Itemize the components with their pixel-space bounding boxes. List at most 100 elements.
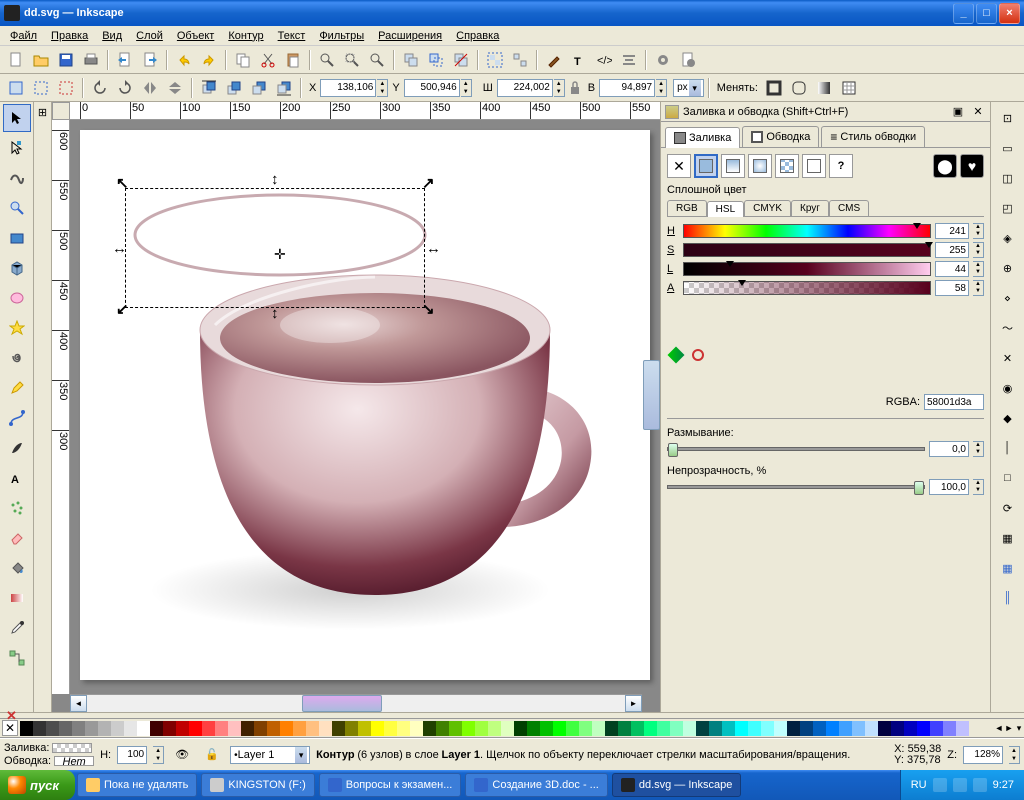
- palette-swatch[interactable]: [137, 721, 150, 736]
- fill-evenodd-button[interactable]: ⬤: [933, 154, 957, 178]
- rgba-input[interactable]: [924, 394, 984, 410]
- open-file-button[interactable]: [29, 48, 53, 72]
- select-all-layers-button[interactable]: [4, 76, 28, 100]
- palette-swatch[interactable]: [826, 721, 839, 736]
- palette-swatch[interactable]: [59, 721, 72, 736]
- scale-handle-s[interactable]: ↕: [271, 309, 283, 321]
- palette-swatch[interactable]: [930, 721, 943, 736]
- canvas-viewport[interactable]: ↖ ↕ ↗ ↔ ↔ ↙ ↕ ↘ ✛: [70, 120, 660, 694]
- out-of-gamut-icon[interactable]: [689, 346, 707, 364]
- print-button[interactable]: [79, 48, 103, 72]
- layer-select[interactable]: •Layer 1: [230, 746, 310, 764]
- palette-swatch[interactable]: [644, 721, 657, 736]
- scroll-right-button[interactable]: ►: [625, 695, 642, 712]
- snap-node-button[interactable]: ⋄: [994, 284, 1022, 312]
- palette-swatch[interactable]: [904, 721, 917, 736]
- hue-slider[interactable]: [683, 224, 931, 238]
- lower-button[interactable]: [247, 76, 271, 100]
- layer-visibility-icon[interactable]: 👁: [170, 743, 194, 767]
- undo-button[interactable]: [172, 48, 196, 72]
- palette-swatch[interactable]: [371, 721, 384, 736]
- flip-h-button[interactable]: [138, 76, 162, 100]
- status-stroke-swatch[interactable]: Нет: [54, 756, 94, 766]
- opacity-spinner[interactable]: ▲▼: [973, 479, 984, 495]
- palette-swatch[interactable]: [384, 721, 397, 736]
- cut-button[interactable]: [256, 48, 280, 72]
- palette-swatch[interactable]: [956, 721, 969, 736]
- layer-lock-icon[interactable]: 🔓: [200, 743, 224, 767]
- rotate-cw-button[interactable]: [113, 76, 137, 100]
- paint-flat-button[interactable]: [694, 154, 718, 178]
- x-input[interactable]: [320, 79, 376, 97]
- blur-slider[interactable]: [667, 447, 925, 451]
- snap-page-button[interactable]: ▦: [994, 524, 1022, 552]
- palette-swatch[interactable]: [657, 721, 670, 736]
- zoom-drawing-button[interactable]: [340, 48, 364, 72]
- clock[interactable]: 9:27: [993, 779, 1014, 791]
- tab-stroke-paint[interactable]: Обводка: [742, 126, 819, 147]
- h-input[interactable]: [599, 79, 655, 97]
- snap-grid-button[interactable]: ▦: [994, 554, 1022, 582]
- colortab-hsl[interactable]: HSL: [707, 201, 744, 217]
- hue-spinner[interactable]: ▲▼: [973, 223, 984, 239]
- flip-v-button[interactable]: [163, 76, 187, 100]
- panel-minimize-button[interactable]: ▣: [950, 104, 966, 120]
- snap-intersection-button[interactable]: ✕: [994, 344, 1022, 372]
- alpha-input[interactable]: [935, 280, 969, 296]
- palette-swatch[interactable]: [189, 721, 202, 736]
- star-tool[interactable]: [3, 314, 31, 342]
- task-item-1[interactable]: Пока не удалять: [77, 773, 197, 797]
- color-managed-icon[interactable]: [667, 346, 685, 364]
- node-tool[interactable]: [3, 134, 31, 162]
- status-fill-swatch[interactable]: [52, 743, 92, 753]
- paint-pattern-button[interactable]: [775, 154, 799, 178]
- alpha-slider[interactable]: [683, 281, 931, 295]
- palette-swatch[interactable]: [891, 721, 904, 736]
- master-opacity-spinner[interactable]: ▲▼: [153, 746, 164, 764]
- palette-swatch[interactable]: [20, 721, 33, 736]
- palette-swatch[interactable]: [592, 721, 605, 736]
- palette-swatch[interactable]: [709, 721, 722, 736]
- affect-pattern-button[interactable]: [837, 76, 861, 100]
- scale-handle-w[interactable]: ↔: [112, 244, 124, 256]
- menu-view[interactable]: Вид: [96, 28, 128, 44]
- snap-center-button[interactable]: ⊕: [994, 254, 1022, 282]
- palette-swatch[interactable]: [332, 721, 345, 736]
- palette-swatch[interactable]: [683, 721, 696, 736]
- palette-swatch[interactable]: [579, 721, 592, 736]
- paste-button[interactable]: [281, 48, 305, 72]
- palette-swatch[interactable]: [865, 721, 878, 736]
- paint-radialgrad-button[interactable]: [748, 154, 772, 178]
- menu-text[interactable]: Текст: [272, 28, 312, 44]
- palette-swatch[interactable]: [800, 721, 813, 736]
- opacity-slider[interactable]: [667, 485, 925, 489]
- selection-bounds[interactable]: ↖ ↕ ↗ ↔ ↔ ↙ ↕ ↘ ✛: [125, 188, 425, 308]
- snap-corner-button[interactable]: ◰: [994, 194, 1022, 222]
- x-spinner[interactable]: ▲▼: [377, 79, 388, 97]
- duplicate-button[interactable]: [399, 48, 423, 72]
- zoom-tool[interactable]: [3, 194, 31, 222]
- units-select[interactable]: px: [673, 79, 704, 97]
- palette-swatch[interactable]: [124, 721, 137, 736]
- y-input[interactable]: [404, 79, 460, 97]
- scale-handle-nw[interactable]: ↖: [116, 179, 128, 191]
- vertical-scroll-thumb[interactable]: [643, 360, 660, 430]
- palette-swatch[interactable]: [670, 721, 683, 736]
- align-dialog-button[interactable]: [617, 48, 641, 72]
- palette-swatch[interactable]: [163, 721, 176, 736]
- sat-spinner[interactable]: ▲▼: [973, 242, 984, 258]
- palette-swatch[interactable]: [696, 721, 709, 736]
- snap-toggle[interactable]: ⊞: [35, 104, 51, 120]
- affect-gradient-button[interactable]: [812, 76, 836, 100]
- lock-aspect-button[interactable]: [566, 76, 584, 100]
- calligraphy-tool[interactable]: [3, 434, 31, 462]
- colortab-cmyk[interactable]: CMYK: [744, 200, 791, 216]
- ungroup-button[interactable]: [508, 48, 532, 72]
- paint-unknown-button[interactable]: ?: [829, 154, 853, 178]
- close-button[interactable]: ×: [999, 3, 1020, 24]
- new-file-button[interactable]: [4, 48, 28, 72]
- palette-swatch[interactable]: [410, 721, 423, 736]
- palette-swatch[interactable]: [514, 721, 527, 736]
- preferences-button[interactable]: [651, 48, 675, 72]
- pencil-tool[interactable]: [3, 374, 31, 402]
